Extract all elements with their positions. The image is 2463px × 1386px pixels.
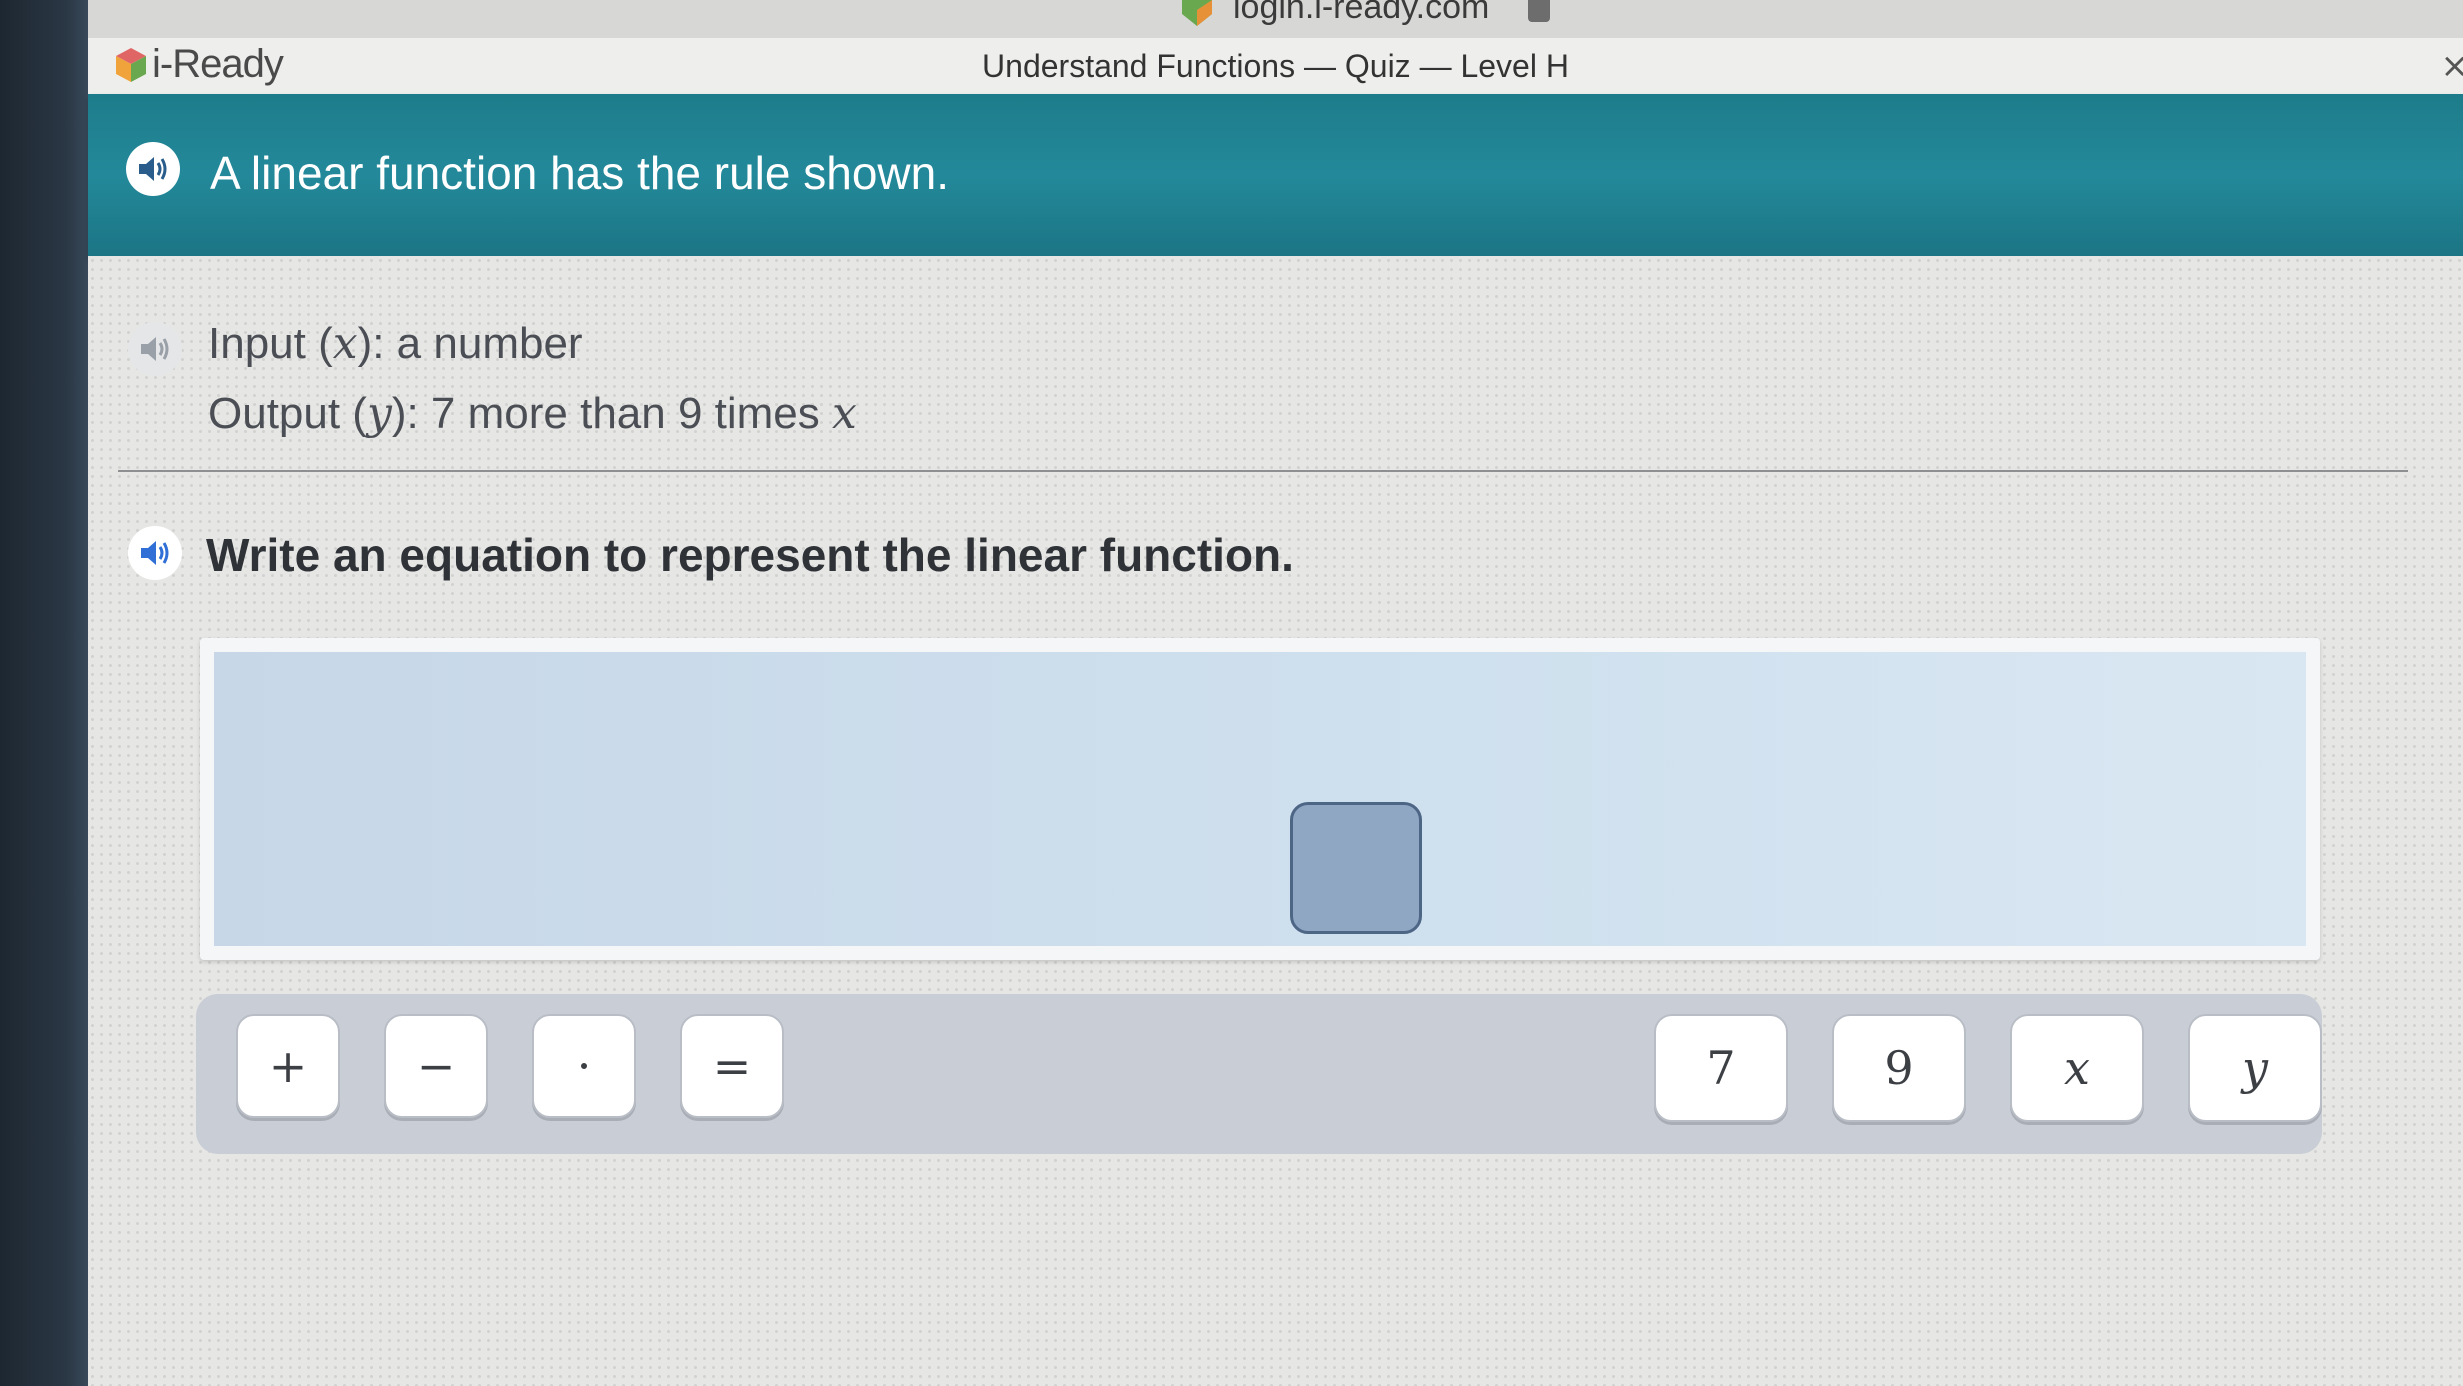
rule-input-line: Input (x): a number [208, 318, 583, 369]
lesson-title: Understand Functions — Quiz — Level H [982, 48, 1569, 84]
answer-drop-zone[interactable] [214, 652, 2306, 946]
plus-tile[interactable]: + [236, 1014, 340, 1118]
close-button[interactable]: × [2441, 46, 2463, 86]
divider [118, 470, 2408, 472]
prompt-text: A linear function has the rule shown. [210, 147, 950, 199]
y-tile[interactable]: y [2188, 1014, 2322, 1122]
site-icon [1182, 0, 1212, 26]
browser-url-bar[interactable]: login.i-ready.com [88, 0, 2463, 39]
answer-slot[interactable] [1290, 802, 1422, 934]
tile-tray: + − · = 7 9 x y [196, 994, 2322, 1154]
question-area: Input (x): a number Output (y): 7 more t… [88, 256, 2463, 1386]
nine-tile[interactable]: 9 [1832, 1014, 1966, 1122]
minus-tile[interactable]: − [384, 1014, 488, 1118]
question-text: Write an equation to represent the linea… [206, 529, 1294, 581]
prompt-banner: A linear function has the rule shown. [88, 94, 2463, 256]
app-header: i-Ready Understand Functions — Quiz — Le… [88, 38, 2463, 95]
equals-tile[interactable]: = [680, 1014, 784, 1118]
device-bezel [0, 0, 88, 1386]
seven-tile[interactable]: 7 [1654, 1014, 1788, 1122]
url-text: login.i-ready.com [1233, 0, 1490, 26]
question-speaker-icon[interactable] [128, 526, 182, 580]
answer-box [200, 638, 2320, 960]
speaker-icon[interactable] [126, 142, 180, 196]
lock-icon [1528, 0, 1550, 22]
x-tile[interactable]: x [2010, 1014, 2144, 1122]
rule-speaker-icon[interactable] [128, 322, 182, 376]
rule-output-line: Output (y): 7 more than 9 times x [208, 388, 857, 439]
dot-tile[interactable]: · [532, 1014, 636, 1118]
